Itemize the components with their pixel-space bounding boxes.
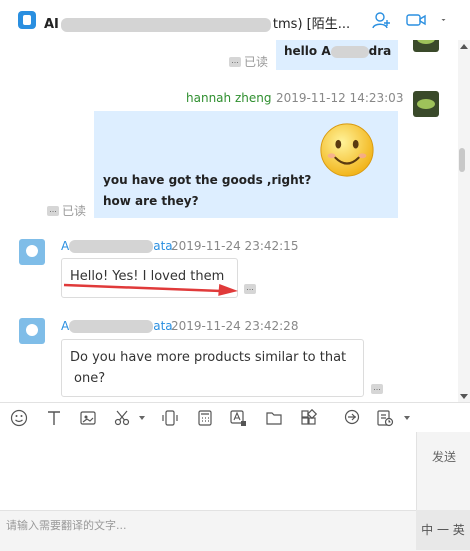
scroll-up-icon[interactable]	[460, 44, 468, 49]
redacted-name	[69, 240, 154, 253]
folder-icon[interactable]	[265, 409, 283, 427]
avatar[interactable]	[19, 318, 45, 344]
message-timestamp: 2019-11-12 14:23:03	[276, 91, 404, 105]
scroll-thumb[interactable]	[459, 148, 465, 172]
sender-prefix: A	[61, 239, 70, 253]
scissors-icon[interactable]	[113, 409, 131, 427]
chat-history[interactable]: hello A dra ... 已读 hannah zheng 2019-11-1…	[0, 40, 458, 402]
more-icon[interactable]: ...	[244, 284, 256, 294]
screenshot-icon[interactable]	[79, 409, 97, 427]
send-button[interactable]: 发送	[416, 432, 470, 510]
chat-scrollbar[interactable]	[458, 40, 470, 402]
more-icon[interactable]: ...	[229, 56, 241, 67]
message-line: one?	[74, 371, 106, 386]
message-text: hello A	[284, 44, 331, 58]
translate-input[interactable]: 请输入需要翻译的文字...	[6, 517, 127, 533]
translate-language-toggle[interactable]: 中 一 英	[416, 510, 470, 550]
translate-bar: 请输入需要翻译的文字...	[0, 510, 470, 551]
redacted-name	[330, 45, 369, 58]
sender-prefix: A	[61, 319, 70, 333]
red-arrow-annotation	[63, 283, 239, 296]
avatar[interactable]	[19, 239, 45, 265]
scissors-dropdown-icon[interactable]	[139, 416, 145, 420]
redacted-name	[69, 320, 154, 333]
message-timestamp: 2019-11-24 23:42:15	[171, 239, 299, 253]
quick-reply-icon[interactable]	[343, 409, 361, 427]
apps-icon[interactable]	[300, 409, 318, 427]
chat-header: AI tms) [陌生...	[0, 0, 470, 41]
message-line: how are they?	[103, 194, 199, 208]
redacted-name	[60, 17, 271, 32]
message-bubble-outgoing: you have got the goods ,right? how are t…	[94, 111, 398, 218]
message-timestamp: 2019-11-24 23:42:28	[171, 319, 299, 333]
contact-logo-icon	[18, 11, 36, 29]
history-dropdown-icon[interactable]	[404, 416, 410, 420]
message-bubble-outgoing: hello A dra	[276, 40, 398, 70]
compose-toolbar	[0, 402, 470, 433]
shake-icon[interactable]	[161, 409, 179, 427]
sender-name: hannah zheng	[186, 91, 272, 105]
add-contact-icon[interactable]	[372, 11, 392, 29]
more-icon[interactable]: ...	[371, 384, 383, 394]
sender-name: Aata	[61, 319, 173, 333]
title-suffix: tms)	[272, 17, 303, 32]
stranger-label: [陌生...	[306, 17, 351, 32]
read-label: 已读	[62, 204, 87, 218]
chevron-down-icon[interactable]	[440, 11, 450, 29]
calculator-icon[interactable]	[196, 409, 214, 427]
emoji-icon[interactable]	[10, 409, 28, 427]
message-text-suffix: dra	[368, 44, 392, 58]
message-bubble-incoming: Do you have more products similar to tha…	[61, 339, 364, 397]
avatar[interactable]	[413, 91, 439, 117]
history-icon[interactable]	[376, 409, 394, 427]
read-receipt: ... 已读	[47, 202, 86, 219]
more-icon[interactable]: ...	[47, 205, 59, 216]
chat-title: AI tms) [陌生...	[44, 13, 350, 32]
sender-suffix: ata	[153, 239, 173, 253]
image-text-icon[interactable]	[229, 409, 247, 427]
read-label: 已读	[244, 55, 269, 69]
title-prefix: AI	[44, 17, 59, 32]
message-line: you have got the goods ,right?	[103, 173, 312, 187]
scroll-down-icon[interactable]	[460, 394, 468, 399]
smiley-face-icon	[320, 123, 374, 177]
text-format-icon[interactable]	[45, 409, 63, 427]
message-input[interactable]	[0, 432, 416, 510]
message-line: Do you have more products similar to tha…	[70, 350, 347, 365]
avatar[interactable]	[413, 40, 439, 52]
sender-suffix: ata	[153, 319, 173, 333]
sender-name: Aata	[61, 239, 173, 253]
read-receipt: ... 已读	[229, 53, 268, 70]
header-actions	[372, 11, 450, 29]
video-call-icon[interactable]	[406, 11, 426, 29]
